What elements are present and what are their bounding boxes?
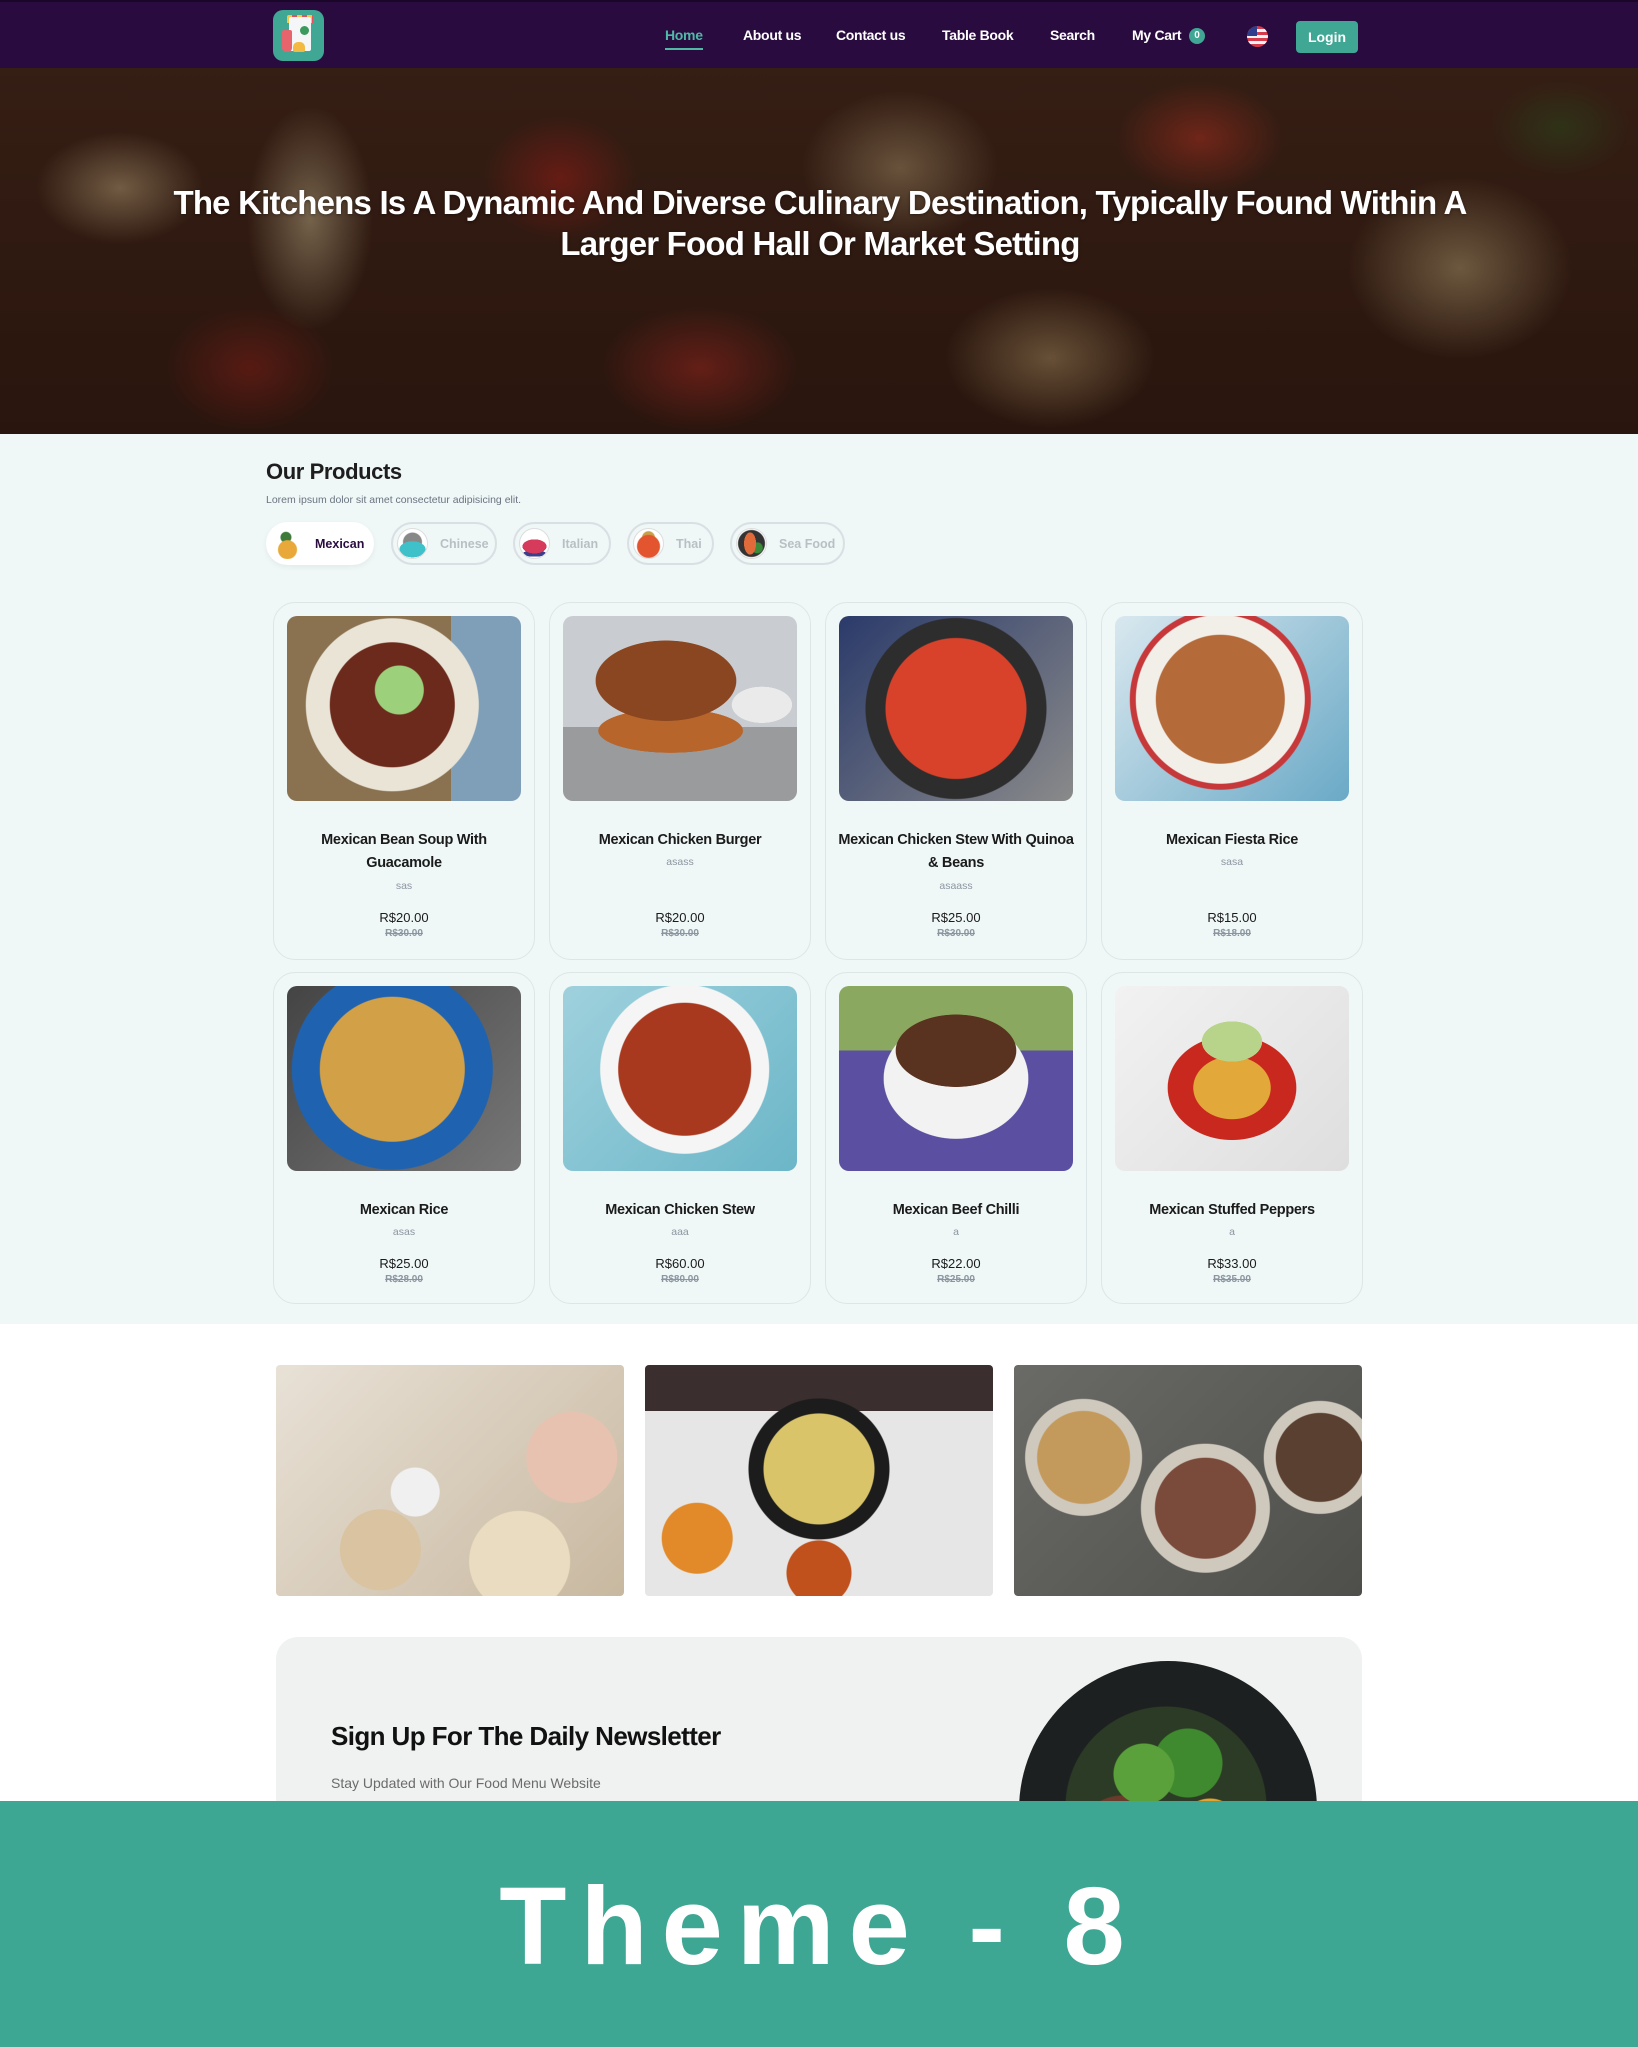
category-tab-chinese[interactable]: Chinese bbox=[391, 522, 497, 565]
category-tab-mexican[interactable]: Mexican bbox=[266, 522, 374, 565]
product-image bbox=[839, 986, 1073, 1171]
product-price: R$20.00 bbox=[379, 910, 429, 925]
product-price: R$22.00 bbox=[931, 1256, 981, 1271]
product-desc: a bbox=[953, 1226, 959, 1238]
italian-dish-icon bbox=[519, 528, 550, 559]
product-card[interactable]: Mexican Bean Soup With Guacamole sas R$2… bbox=[273, 602, 535, 960]
product-old-price: R$35.00 bbox=[1213, 1274, 1251, 1285]
product-desc: sasa bbox=[1220, 856, 1244, 868]
product-name: Mexican Rice bbox=[359, 1202, 449, 1218]
nav-link-about[interactable]: About us bbox=[743, 27, 802, 43]
mexican-dish-icon bbox=[272, 528, 303, 559]
top-navbar: Home About us Contact us Table Book Sear… bbox=[0, 0, 1638, 68]
category-label: Chinese bbox=[440, 537, 489, 551]
theme-banner: Theme - 8 bbox=[0, 1801, 1638, 2047]
product-name: Mexican Chicken Burger bbox=[598, 832, 762, 848]
product-old-price: R$30.00 bbox=[385, 928, 423, 939]
hero-banner: The Kitchens Is A Dynamic And Diverse Cu… bbox=[0, 68, 1638, 434]
product-old-price: R$18.00 bbox=[1213, 928, 1251, 939]
product-old-price: R$30.00 bbox=[937, 928, 975, 939]
category-tab-sea-food[interactable]: Sea Food bbox=[730, 522, 845, 565]
cart-count-badge: 0 bbox=[1189, 28, 1205, 44]
product-card[interactable]: Mexican Chicken Stew aaa R$60.00 R$80.00 bbox=[549, 972, 811, 1304]
product-price: R$15.00 bbox=[1207, 910, 1257, 925]
product-desc: sas bbox=[395, 880, 413, 892]
product-desc: asas bbox=[392, 1226, 416, 1238]
product-image bbox=[1115, 986, 1349, 1171]
product-image bbox=[287, 986, 521, 1171]
category-tab-thai[interactable]: Thai bbox=[627, 522, 714, 565]
category-label: Mexican bbox=[315, 537, 365, 551]
nav-link-contact[interactable]: Contact us bbox=[836, 27, 906, 43]
gallery-image bbox=[276, 1365, 624, 1596]
product-card[interactable]: Mexican Rice asas R$25.00 R$28.00 bbox=[273, 972, 535, 1304]
product-old-price: R$25.00 bbox=[937, 1274, 975, 1285]
product-price: R$25.00 bbox=[379, 1256, 429, 1271]
theme-label: Theme - 8 bbox=[499, 1865, 1139, 1988]
section-title: Our Products bbox=[266, 459, 402, 484]
category-tab-italian[interactable]: Italian bbox=[513, 522, 611, 565]
product-old-price: R$30.00 bbox=[661, 928, 699, 939]
product-old-price: R$80.00 bbox=[661, 1274, 699, 1285]
nav-link-search[interactable]: Search bbox=[1050, 27, 1095, 43]
product-desc: a bbox=[1229, 1226, 1235, 1238]
product-card[interactable]: Mexican Stuffed Peppers a R$33.00 R$35.0… bbox=[1101, 972, 1363, 1304]
product-name: Mexican Beef Chilli bbox=[892, 1202, 1020, 1218]
product-image bbox=[563, 616, 797, 801]
product-name: Mexican Chicken Stew With Quinoa & Beans bbox=[838, 832, 1074, 871]
product-image bbox=[287, 616, 521, 801]
products-section: Our Products Lorem ipsum dolor sit amet … bbox=[0, 434, 1638, 1324]
newsletter-title: Sign Up For The Daily Newsletter bbox=[331, 1721, 721, 1751]
category-label: Sea Food bbox=[779, 537, 836, 551]
noodle-bowl-icon bbox=[397, 528, 428, 559]
product-desc: asaass bbox=[939, 880, 973, 892]
product-price: R$60.00 bbox=[655, 1256, 705, 1271]
login-button[interactable]: Login bbox=[1296, 21, 1358, 53]
product-card[interactable]: Mexican Beef Chilli a R$22.00 R$25.00 bbox=[825, 972, 1087, 1304]
product-desc: asass bbox=[666, 856, 694, 868]
thai-bowl-icon bbox=[633, 528, 664, 559]
product-name: Mexican Stuffed Peppers bbox=[1149, 1202, 1315, 1218]
nav-links: Home About us Contact us Table Book Sear… bbox=[0, 2, 1638, 70]
product-card[interactable]: Mexican Chicken Stew With Quinoa & Beans… bbox=[825, 602, 1087, 960]
nav-link-table-book[interactable]: Table Book bbox=[942, 27, 1014, 43]
gallery-image bbox=[1014, 1365, 1362, 1596]
category-label: Thai bbox=[676, 537, 702, 551]
product-old-price: R$28.00 bbox=[385, 1274, 423, 1285]
product-image bbox=[1115, 616, 1349, 801]
product-image bbox=[563, 986, 797, 1171]
newsletter-subtitle: Stay Updated with Our Food Menu Website bbox=[331, 1775, 601, 1791]
product-name: Mexican Fiesta Rice bbox=[1165, 832, 1299, 848]
product-price: R$25.00 bbox=[931, 910, 981, 925]
product-image bbox=[839, 616, 1073, 801]
lobster-icon bbox=[736, 528, 767, 559]
product-card[interactable]: Mexican Fiesta Rice sasa R$15.00 R$18.00 bbox=[1101, 602, 1363, 960]
section-subtitle: Lorem ipsum dolor sit amet consectetur a… bbox=[266, 494, 522, 506]
hero-title: The Kitchens Is A Dynamic And Diverse Cu… bbox=[173, 184, 1467, 262]
nav-link-home[interactable]: Home bbox=[665, 27, 703, 50]
category-label: Italian bbox=[562, 537, 599, 551]
us-flag-icon[interactable] bbox=[1247, 26, 1268, 47]
gallery-image bbox=[645, 1365, 993, 1596]
product-desc: aaa bbox=[671, 1226, 689, 1238]
product-card[interactable]: Mexican Chicken Burger asass R$20.00 R$3… bbox=[549, 602, 811, 960]
product-price: R$33.00 bbox=[1207, 1256, 1257, 1271]
product-name: Mexican Bean Soup With Guacamole bbox=[321, 832, 487, 871]
product-name: Mexican Chicken Stew bbox=[605, 1202, 755, 1218]
product-price: R$20.00 bbox=[655, 910, 705, 925]
nav-link-cart[interactable]: My Cart bbox=[1132, 27, 1182, 43]
